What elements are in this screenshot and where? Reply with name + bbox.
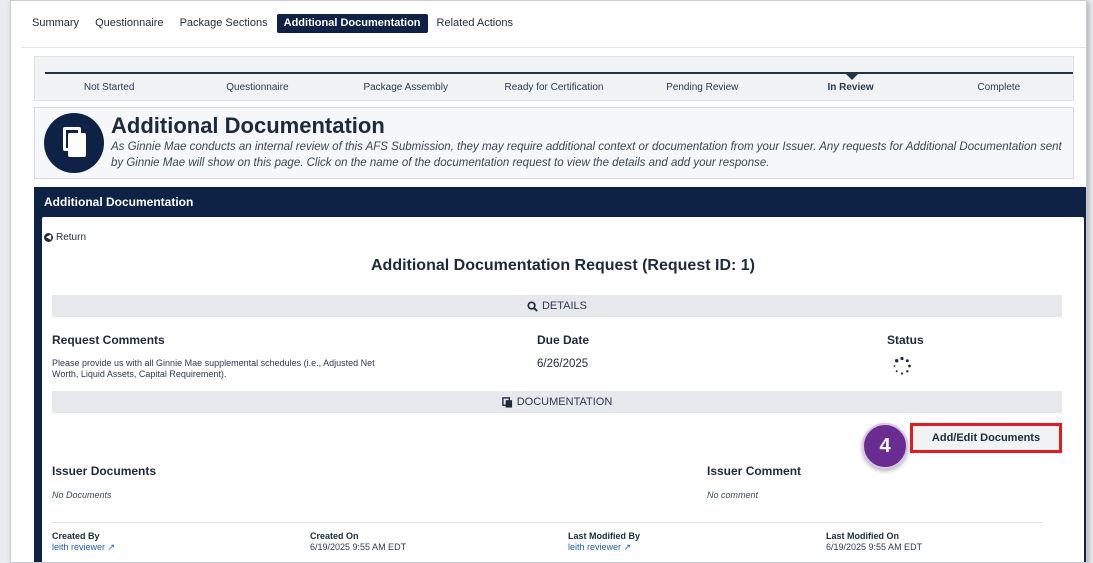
tab-bar: Summary Questionnaire Package Sections A… — [25, 14, 520, 33]
current-step-marker — [845, 73, 859, 80]
issuer-documents-heading: Issuer Documents — [52, 464, 157, 478]
documents-icon — [44, 113, 104, 173]
tab-questionnaire[interactable]: Questionnaire — [88, 14, 171, 33]
issuer-comment-empty: No comment — [707, 490, 759, 500]
copy-documents-icon — [501, 396, 512, 408]
tab-additional-documentation[interactable]: Additional Documentation — [276, 14, 428, 33]
created-by-link[interactable]: leith reviewer ↗ — [52, 542, 115, 553]
step-ready-for-certification: Ready for Certification — [504, 82, 604, 93]
progress-steps: Not Started Questionnaire Package Assemb… — [35, 82, 1073, 93]
details-section-bar: DETAILS — [52, 295, 1062, 317]
add-edit-documents-button[interactable]: Add/Edit Documents — [910, 423, 1062, 453]
step-in-review: In Review — [827, 82, 874, 93]
status-progress-tracker: Not Started Questionnaire Package Assemb… — [34, 56, 1074, 101]
due-date-heading: Due Date — [537, 333, 590, 347]
step-number-badge: 4 — [862, 423, 908, 469]
request-comments-heading: Request Comments — [52, 333, 165, 347]
request-title: Additional Documentation Request (Reques… — [370, 257, 755, 274]
request-comments-text: Please provide us with all Ginnie Mae su… — [52, 358, 375, 379]
page-title: Additional Documentation — [111, 113, 385, 138]
progress-line — [45, 72, 1073, 74]
last-modified-by-block: Last Modified By leith reviewer ↗ — [568, 531, 640, 553]
arrow-left-circle-icon: ◀ — [44, 233, 53, 242]
issuer-comment-heading: Issuer Comment — [707, 464, 802, 478]
loading-spinner-icon — [893, 356, 911, 375]
last-modified-on-value: 6/19/2025 9:55 AM EDT — [826, 542, 923, 552]
created-on-block: Created On 6/19/2025 9:55 AM EDT — [310, 531, 406, 553]
app-frame: Summary Questionnaire Package Sections A… — [10, 0, 1087, 563]
documentation-label: DOCUMENTATION — [516, 396, 613, 408]
metadata-divider — [52, 522, 1042, 523]
created-on-label: Created On — [310, 531, 359, 541]
step-pending-review: Pending Review — [666, 82, 739, 93]
step-package-assembly: Package Assembly — [363, 82, 448, 93]
return-link[interactable]: ◀ Return — [44, 232, 86, 243]
tab-package-sections[interactable]: Package Sections — [173, 14, 275, 33]
documentation-section-bar: DOCUMENTATION — [52, 391, 1062, 413]
last-modified-by-label: Last Modified By — [568, 531, 641, 541]
external-link-icon: ↗ — [623, 542, 632, 552]
issuer-documents-empty: No Documents — [52, 490, 112, 500]
step-questionnaire: Questionnaire — [226, 82, 289, 93]
page-header: Additional Documentation As Ginnie Mae c… — [34, 107, 1074, 179]
last-modified-by-link[interactable]: leith reviewer ↗ — [568, 542, 640, 553]
created-by-block: Created By leith reviewer ↗ — [52, 531, 115, 553]
tab-related-actions[interactable]: Related Actions — [430, 14, 520, 33]
external-link-icon: ↗ — [107, 542, 116, 552]
return-label: Return — [56, 232, 87, 243]
last-modified-on-label: Last Modified On — [826, 531, 899, 541]
created-by-label: Created By — [52, 531, 100, 541]
step-complete: Complete — [977, 82, 1021, 93]
tabs-divider — [21, 47, 1086, 48]
page-description: As Ginnie Mae conducts an internal revie… — [111, 141, 1062, 169]
additional-documentation-panel: Additional Documentation ◀ Return Additi… — [34, 187, 1086, 562]
details-label: DETAILS — [541, 300, 588, 312]
status-heading: Status — [887, 333, 924, 347]
tab-summary[interactable]: Summary — [25, 14, 86, 33]
search-icon — [527, 300, 538, 312]
panel-body: ◀ Return Additional Documentation Reques… — [42, 217, 1084, 562]
step-not-started: Not Started — [83, 82, 135, 93]
due-date-value: 6/26/2025 — [537, 358, 589, 370]
last-modified-on-block: Last Modified On 6/19/2025 9:55 AM EDT — [826, 531, 922, 553]
panel-title: Additional Documentation — [44, 195, 194, 209]
created-on-value: 6/19/2025 9:55 AM EDT — [310, 542, 407, 552]
